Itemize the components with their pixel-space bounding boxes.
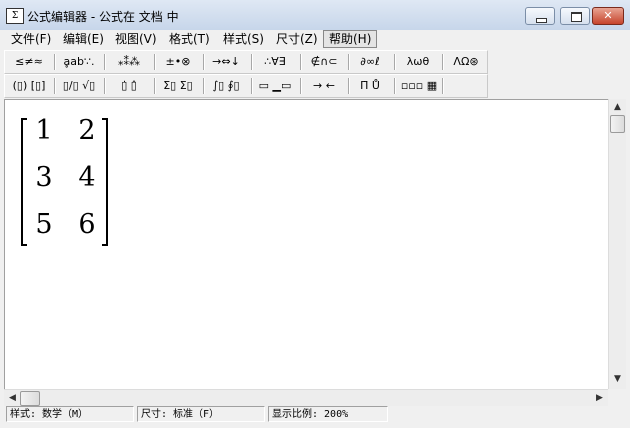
close-button[interactable]: ✕ bbox=[592, 7, 624, 25]
toolbar-separator bbox=[104, 54, 106, 70]
toolbar-separator bbox=[442, 54, 444, 70]
menu-size[interactable]: 尺寸(Z) bbox=[271, 31, 323, 47]
vertical-scrollbar[interactable]: ▲ ▼ bbox=[608, 99, 626, 389]
minimize-icon bbox=[536, 18, 547, 23]
toolbar-separator bbox=[394, 54, 396, 70]
subscript-superscript-templates-button[interactable]: ▯̇ ▯̂ bbox=[109, 77, 149, 95]
menu-style[interactable]: 样式(S) bbox=[218, 31, 269, 47]
toolbar-separator bbox=[394, 78, 396, 94]
status-bar: 样式: 数学（M） 尺寸: 标准（F） 显示比例: 200% bbox=[0, 406, 630, 428]
toolbar-separator bbox=[251, 54, 253, 70]
greek-uppercase-palette-button[interactable]: ΛΩ⊛ bbox=[445, 53, 487, 71]
scroll-right-icon[interactable]: ▶ bbox=[592, 391, 607, 406]
left-bracket bbox=[21, 118, 27, 246]
menu-bar: 文件(F) 编辑(E) 视图(V) 格式(T) 样式(S) 尺寸(Z) 帮助(H… bbox=[0, 30, 630, 49]
menu-help[interactable]: 帮助(H) bbox=[323, 30, 378, 48]
toolbar-separator bbox=[442, 78, 444, 94]
labeled-arrow-templates-button[interactable]: → ← bbox=[304, 77, 344, 95]
app-icon: Σ bbox=[6, 8, 24, 24]
spaces-ellipses-palette-button[interactable]: ḁab∵. bbox=[59, 53, 99, 71]
matrix-cell[interactable]: 3 bbox=[29, 163, 59, 193]
maximize-button[interactable] bbox=[560, 7, 590, 25]
toolbar-separator bbox=[300, 78, 302, 94]
status-size: 尺寸: 标准（F） bbox=[137, 406, 265, 422]
greek-lowercase-palette-button[interactable]: λωθ bbox=[397, 53, 439, 71]
window-title: 公式编辑器 - 公式在 文档 中 bbox=[27, 10, 179, 24]
template-toolbar: (▯) [▯] ▯/▯ √▯ ▯̇ ▯̂ Σ▯ Σ▯ ∫▯ ∮▯ ▭ ▁▭ → … bbox=[4, 74, 488, 98]
scroll-left-icon[interactable]: ◀ bbox=[5, 391, 20, 406]
equation-editor-area[interactable]: 1 2 3 4 5 6 bbox=[4, 99, 611, 390]
operators-palette-button[interactable]: ±•⊗ bbox=[158, 53, 198, 71]
menu-file[interactable]: 文件(F) bbox=[6, 31, 56, 47]
fraction-radical-templates-button[interactable]: ▯/▯ √▯ bbox=[59, 77, 99, 95]
relations-palette-button[interactable]: ≤≠≈ bbox=[9, 53, 49, 71]
logical-palette-button[interactable]: ∴∀∃ bbox=[255, 53, 295, 71]
embellishments-palette-button[interactable]: ⁎⁑⁂ bbox=[109, 53, 149, 71]
status-zoom: 显示比例: 200% bbox=[268, 406, 388, 422]
horizontal-scrollbar[interactable]: ◀ ▶ bbox=[4, 389, 608, 407]
toolbar-separator bbox=[251, 78, 253, 94]
scrollbar-corner bbox=[608, 389, 625, 406]
maximize-icon bbox=[571, 12, 582, 22]
misc-symbols-palette-button[interactable]: ∂∞ℓ bbox=[350, 53, 390, 71]
vertical-scroll-thumb[interactable] bbox=[610, 115, 625, 133]
minimize-button[interactable] bbox=[525, 7, 555, 25]
menu-edit[interactable]: 编辑(E) bbox=[58, 31, 109, 47]
toolbar-separator bbox=[54, 78, 56, 94]
status-style: 样式: 数学（M） bbox=[6, 406, 134, 422]
summation-templates-button[interactable]: Σ▯ Σ▯ bbox=[156, 77, 200, 95]
products-set-templates-button[interactable]: Π̈ Ů bbox=[350, 77, 390, 95]
matrix-cell[interactable]: 2 bbox=[72, 116, 102, 146]
menu-view[interactable]: 视图(V) bbox=[110, 31, 162, 47]
toolbar-separator bbox=[54, 54, 56, 70]
symbol-toolbar: ≤≠≈ ḁab∵. ⁎⁑⁂ ±•⊗ →⇔↓ ∴∀∃ ∉∩⊂ ∂∞ℓ λωθ ΛΩ… bbox=[4, 50, 488, 74]
matrix-cell[interactable]: 1 bbox=[29, 116, 59, 146]
title-bar: Σ 公式编辑器 - 公式在 文档 中 ✕ bbox=[0, 0, 630, 31]
scroll-up-icon[interactable]: ▲ bbox=[610, 100, 625, 115]
arrows-palette-button[interactable]: →⇔↓ bbox=[205, 53, 247, 71]
underbar-overbar-templates-button[interactable]: ▭ ▁▭ bbox=[255, 77, 295, 95]
toolbar-separator bbox=[104, 78, 106, 94]
menu-format[interactable]: 格式(T) bbox=[164, 31, 215, 47]
scroll-down-icon[interactable]: ▼ bbox=[610, 372, 625, 387]
integral-templates-button[interactable]: ∫▯ ∮▯ bbox=[205, 77, 247, 95]
set-theory-palette-button[interactable]: ∉∩⊂ bbox=[304, 53, 344, 71]
matrix-cell[interactable]: 4 bbox=[72, 163, 102, 193]
matrix-templates-button[interactable]: ▫▫▫ ▦ bbox=[397, 77, 441, 95]
matrix-cell[interactable]: 6 bbox=[72, 210, 102, 240]
right-bracket bbox=[102, 118, 108, 246]
matrix-cell[interactable]: 5 bbox=[29, 210, 59, 240]
toolbar-separator bbox=[300, 54, 302, 70]
close-icon: ✕ bbox=[603, 9, 613, 22]
fence-templates-button[interactable]: (▯) [▯] bbox=[9, 77, 49, 95]
matrix[interactable]: 1 2 3 4 5 6 bbox=[19, 116, 109, 248]
horizontal-scroll-thumb[interactable] bbox=[20, 391, 40, 406]
toolbar-separator bbox=[154, 54, 156, 70]
